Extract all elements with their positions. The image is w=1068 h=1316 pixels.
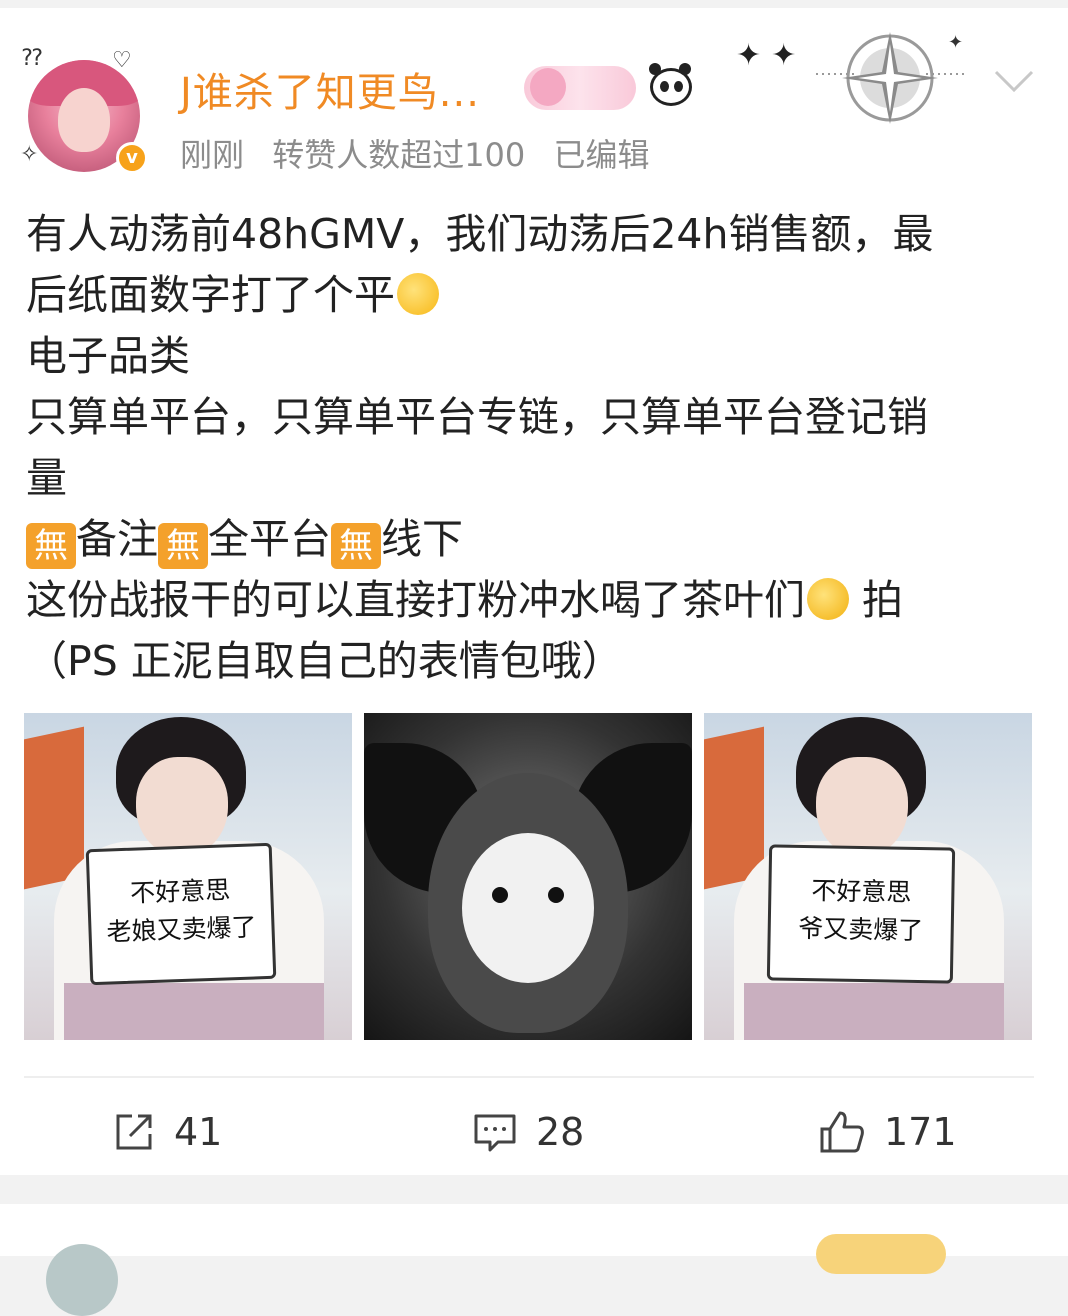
comment-count: 28 [536, 1110, 585, 1154]
post-content: 有人动荡前48hGMV，我们动荡后24h销售额，最 后纸面数字打了个平 电子品类… [26, 204, 1036, 692]
wu-badge-icon: 無 [331, 523, 381, 569]
repost-button[interactable]: 41 [112, 1108, 222, 1156]
username[interactable]: J谁杀了知更鸟... [180, 60, 480, 118]
like-button[interactable]: 171 [818, 1108, 957, 1156]
repost-count: 41 [174, 1110, 223, 1154]
post-image[interactable]: 不好意思 老娘又卖爆了 [24, 713, 352, 1040]
content-line: 电子品类 [26, 332, 190, 380]
post-meta: 刚刚 转赞人数超过100 已编辑 [180, 130, 667, 176]
svg-text:✦: ✦ [948, 32, 963, 53]
question-bubble-icon: ⁇ [22, 46, 43, 71]
wu-badge-icon: 無 [26, 523, 76, 569]
next-user-avatar[interactable] [46, 1244, 118, 1316]
panda-icon [649, 63, 692, 106]
content-line: 量 [26, 454, 67, 502]
content-line: 無备注無全平台無线下 [26, 509, 1036, 570]
next-fan-badge-icon [816, 1234, 946, 1274]
edited-label[interactable]: 已编辑 [553, 136, 649, 174]
fan-badge-icon[interactable] [524, 66, 636, 110]
user-avatar[interactable]: ⁇ ♡ ✧ v [20, 46, 148, 174]
thumbs-up-icon [820, 1111, 864, 1153]
divider [24, 1076, 1034, 1078]
sign-board: 不好意思 爷又卖爆了 [766, 844, 956, 984]
chevron-down-icon[interactable] [992, 66, 1036, 96]
content-line: （PS 正泥自取自己的表情包哦） [26, 637, 623, 685]
weibo-post-card: ⁇ ♡ ✧ v J谁杀了知更鸟... ✦✦ ✦ 刚刚 转赞人数超过100 已编辑 [0, 8, 1068, 1175]
sparkle-icon: ✦✦ [736, 38, 807, 73]
content-line: 有人动荡前48hGMV，我们动荡后24h销售额，最 [26, 210, 934, 258]
sign-board: 不好意思 老娘又卖爆了 [85, 842, 277, 986]
like-count: 171 [884, 1110, 957, 1154]
content-line: 后纸面数字打了个平 [26, 265, 1036, 326]
comment-button[interactable]: 28 [472, 1108, 584, 1156]
rofl-emoji-icon [807, 578, 849, 620]
repost-note: 转赞人数超过100 [272, 136, 526, 174]
comment-bubble-icon [474, 1114, 516, 1152]
action-bar: 41 28 171 [0, 1098, 1068, 1168]
post-image[interactable]: 不好意思 爷又卖爆了 [704, 713, 1032, 1040]
content-line: 只算单平台，只算单平台专链，只算单平台登记销 [26, 393, 928, 441]
share-arrow-icon [116, 1114, 152, 1150]
drooling-face-emoji-icon [397, 273, 439, 315]
post-time: 刚刚 [180, 136, 245, 174]
image-grid: 不好意思 老娘又卖爆了 不好意思 爷又卖爆了 [24, 713, 1034, 1040]
content-line: 这份战报干的可以直接打粉冲水喝了茶叶们 拍 [26, 576, 904, 624]
next-post-card-partial [0, 1204, 1068, 1316]
post-image[interactable] [364, 713, 692, 1040]
compass-star-decoration-icon: ✦ [816, 32, 966, 124]
verified-badge-icon: v [116, 142, 148, 174]
penguin-plush-image [428, 773, 628, 1033]
wu-badge-icon: 無 [158, 523, 208, 569]
